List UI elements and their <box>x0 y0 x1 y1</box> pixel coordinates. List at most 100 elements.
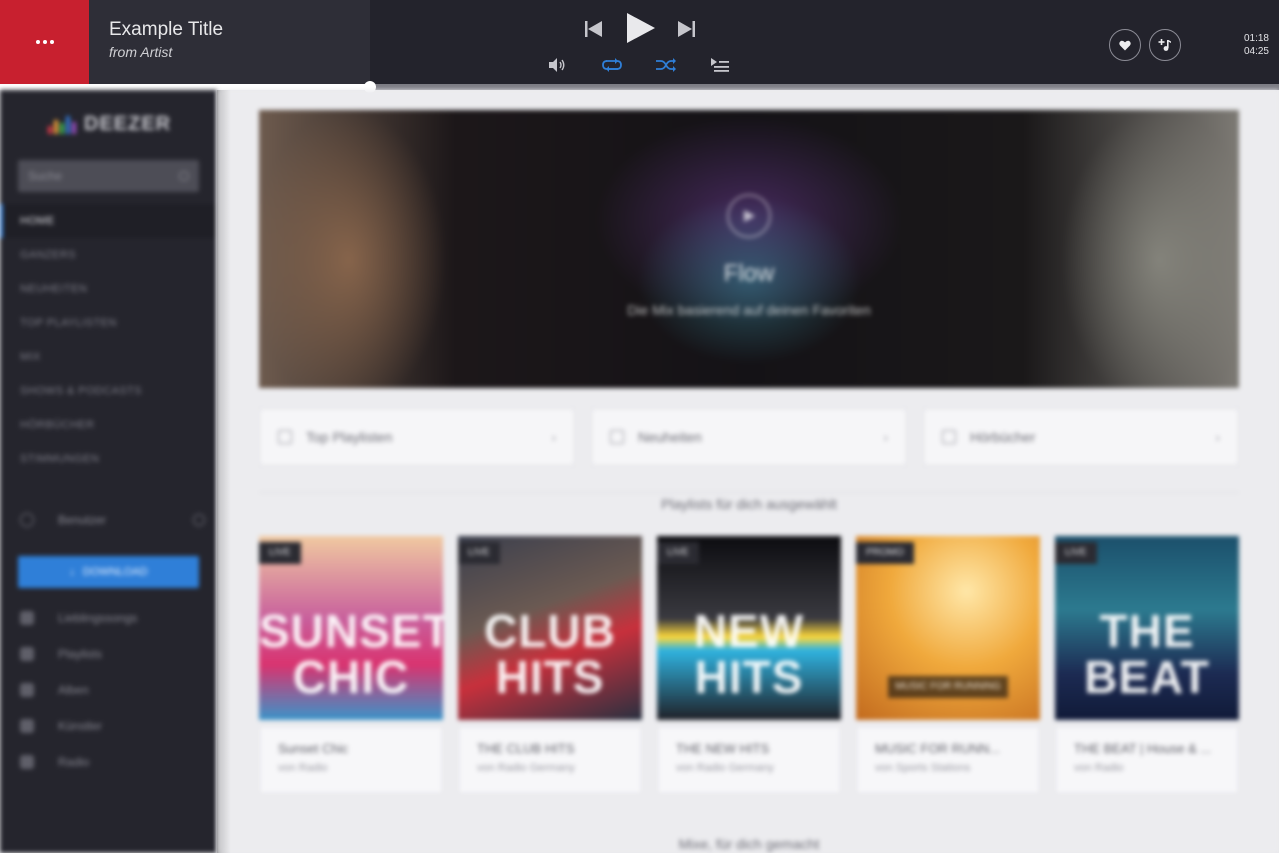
library-item-favorites[interactable]: Lieblingssongs <box>20 600 205 636</box>
track-artist: from Artist <box>109 44 173 60</box>
live-badge: LIVE <box>657 542 699 564</box>
nav-new-releases[interactable]: Neuheiten <box>0 272 217 306</box>
quick-link-label: Neuheiten <box>638 429 702 445</box>
live-badge: LIVE <box>1055 542 1097 564</box>
playlist-cover: LIVE CLUB HITS <box>458 536 642 720</box>
more-options-button[interactable] <box>0 0 89 84</box>
card-title: THE BEAT | House & ... <box>1074 741 1212 756</box>
add-to-playlist-button[interactable] <box>1149 29 1181 61</box>
app-logo[interactable]: DEEZER <box>48 110 172 138</box>
book-icon <box>942 430 956 444</box>
previous-icon <box>585 21 602 37</box>
now-playing-info: Example Title from Artist <box>89 0 370 84</box>
sidebar-shadow <box>217 90 231 853</box>
album-icon <box>20 683 34 697</box>
search-placeholder: Suche <box>28 169 63 183</box>
logo-bars-icon <box>48 114 76 134</box>
section-title-mixes: Mixe, für dich gemacht <box>678 836 820 852</box>
repeat-button[interactable] <box>601 57 623 73</box>
card-title: THE CLUB HITS <box>477 741 575 756</box>
time-total: 04:25 <box>1243 46 1269 57</box>
hero-play-button[interactable] <box>727 194 771 238</box>
favorite-button[interactable] <box>1109 29 1141 61</box>
player-bar: Example Title from Artist 01:18 04:25 <box>0 0 1279 84</box>
avatar-icon <box>20 513 34 527</box>
library-item-label: Alben <box>58 683 89 697</box>
heart-icon <box>1119 40 1131 50</box>
cover-tag: MUSIC FOR RUNNING <box>888 676 1008 698</box>
previous-button[interactable] <box>584 20 604 38</box>
search-input[interactable]: Suche <box>18 160 199 192</box>
queue-icon <box>711 58 729 72</box>
play-button[interactable] <box>624 12 656 44</box>
playlist-card-the-beat[interactable]: LIVE THE BEAT THE BEAT | House & ... von… <box>1055 536 1239 794</box>
volume-icon <box>549 58 565 72</box>
card-subtitle: von Radio Germany <box>676 762 774 774</box>
quick-link-audiobooks[interactable]: Hörbücher › <box>923 408 1239 466</box>
playlist-cover: LIVE SUNSET CHIC <box>259 536 443 720</box>
library-item-label: Lieblingssongs <box>58 611 138 625</box>
quick-link-new-releases[interactable]: Neuheiten › <box>591 408 907 466</box>
notification-icon[interactable] <box>193 514 205 526</box>
hero-subtitle: Die Mix basierend auf deinen Favoriten <box>627 302 871 318</box>
card-subtitle: von Radio <box>1074 762 1124 774</box>
main-nav: Home Ganzers Neuheiten Top Playlisten Mi… <box>0 204 217 476</box>
hero-title: Flow <box>723 260 775 287</box>
library-list: Lieblingssongs Playlists Alben Künstler … <box>20 600 205 780</box>
playlist-cover: LIVE THE BEAT <box>1055 536 1239 720</box>
card-info: MUSIC FOR RUNN... von Sports Stations <box>856 726 1040 794</box>
next-icon <box>678 21 695 37</box>
playlist-card-sunset-chic[interactable]: LIVE SUNSET CHIC Sunset Chic von Radio <box>259 536 443 794</box>
logo-text: DEEZER <box>84 112 172 135</box>
library-item-albums[interactable]: Alben <box>20 672 205 708</box>
section-title-playlists: Playlists für dich ausgewählt <box>661 496 837 512</box>
play-icon <box>627 13 655 43</box>
download-icon: ↓ <box>69 566 75 578</box>
quick-link-label: Hörbücher <box>970 429 1036 445</box>
add-to-playlist-icon <box>1158 39 1171 51</box>
volume-button[interactable] <box>548 57 566 73</box>
divider <box>259 492 1239 493</box>
track-title: Example Title <box>109 19 224 40</box>
quick-link-top-playlists[interactable]: Top Playlisten › <box>259 408 575 466</box>
nav-home[interactable]: Home <box>0 204 217 238</box>
library-item-playlists[interactable]: Playlists <box>20 636 205 672</box>
nav-genres[interactable]: Ganzers <box>0 238 217 272</box>
card-title: THE NEW HITS <box>676 741 770 756</box>
user-name: Benutzer <box>58 513 107 527</box>
nav-top-playlists[interactable]: Top Playlisten <box>0 306 217 340</box>
queue-button[interactable] <box>710 57 730 73</box>
cover-text: SUNSET CHIC <box>259 605 443 703</box>
library-item-label: Radio <box>58 755 90 769</box>
shuffle-button[interactable] <box>655 57 677 73</box>
chevron-right-icon: › <box>551 429 556 445</box>
nav-moods[interactable]: Stimmungen <box>0 442 217 476</box>
playlist-card-new-hits[interactable]: LIVE NEW HITS THE NEW HITS von Radio Ger… <box>657 536 841 794</box>
download-button[interactable]: ↓ Download <box>18 556 199 588</box>
user-profile[interactable]: Benutzer <box>20 508 205 532</box>
quick-link-label: Top Playlisten <box>306 429 393 445</box>
cover-text: CLUB HITS <box>484 605 616 703</box>
flow-banner[interactable]: Flow Die Mix basierend auf deinen Favori… <box>259 110 1239 388</box>
card-subtitle: von Radio Germany <box>477 762 575 774</box>
nav-shows-podcasts[interactable]: Shows & Podcasts <box>0 374 217 408</box>
card-info: THE CLUB HITS von Radio Germany <box>458 726 642 794</box>
playlist-card-music-for-running[interactable]: PROMO MUSIC FOR RUNNING MUSIC FOR RUNN..… <box>856 536 1040 794</box>
library-item-artists[interactable]: Künstler <box>20 708 205 744</box>
new-icon <box>610 430 624 444</box>
nav-audiobooks[interactable]: Hörbücher <box>0 408 217 442</box>
nav-mix[interactable]: Mix <box>0 340 217 374</box>
live-badge: LIVE <box>259 542 301 564</box>
card-title: MUSIC FOR RUNN... <box>875 741 1000 756</box>
repeat-icon <box>602 58 622 72</box>
card-title: Sunset Chic <box>278 741 349 756</box>
next-button[interactable] <box>676 20 696 38</box>
card-info: THE NEW HITS von Radio Germany <box>657 726 841 794</box>
playlist-card-club-hits[interactable]: LIVE CLUB HITS THE CLUB HITS von Radio G… <box>458 536 642 794</box>
card-subtitle: von Radio <box>278 762 328 774</box>
library-item-radio[interactable]: Radio <box>20 744 205 780</box>
cover-text: NEW HITS <box>693 605 805 703</box>
chevron-right-icon: › <box>1215 429 1220 445</box>
radio-icon <box>20 755 34 769</box>
download-label: Download <box>82 566 148 578</box>
